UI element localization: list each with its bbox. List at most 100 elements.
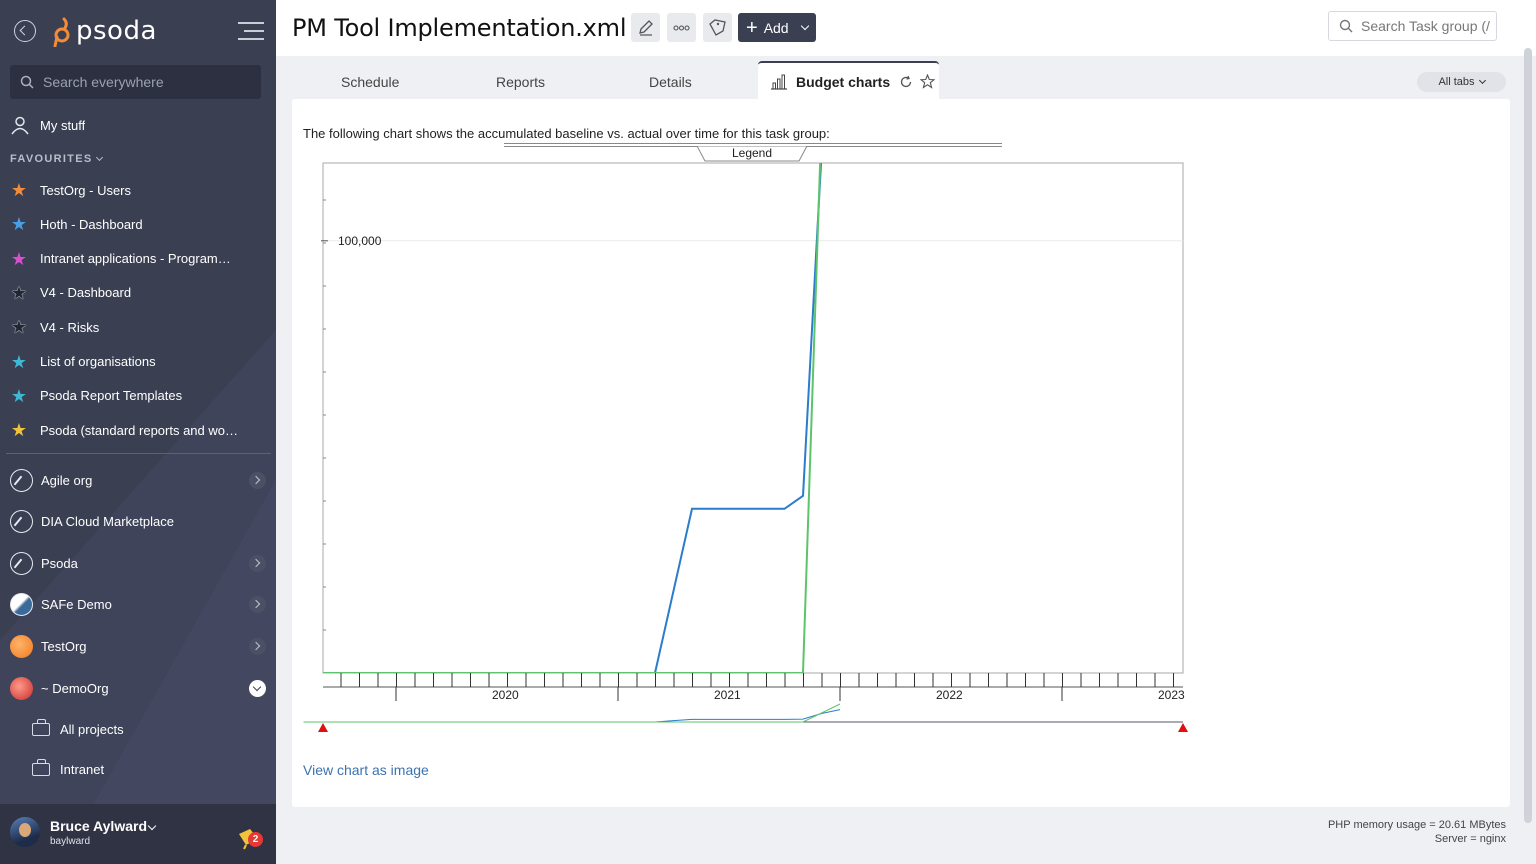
chevron-down-icon[interactable] (249, 679, 266, 697)
back-icon[interactable] (14, 20, 36, 42)
top-bar: PM Tool Implementation.xml + Add (276, 0, 1536, 56)
search-icon (20, 75, 34, 89)
tab-label: Budget charts (796, 73, 891, 90)
chevron-down-icon (96, 153, 104, 162)
sidebar-item-label: My stuff (40, 117, 86, 133)
favourites-header[interactable]: FAVOURITES (10, 153, 104, 165)
sidebar-item-label: Psoda Report Templates (40, 388, 183, 404)
user-name[interactable]: Bruce Aylward (50, 818, 147, 834)
navigator-handle-left[interactable] (318, 723, 328, 732)
notification-count-badge: 2 (248, 832, 263, 847)
tab-budget-charts[interactable]: Budget charts (758, 61, 939, 100)
all-tabs-dropdown[interactable]: All tabs (1417, 72, 1506, 92)
sidebar-item-label: Psoda (standard reports and work... (40, 422, 240, 438)
chevron-down-icon[interactable] (147, 821, 157, 831)
footer: PHP memory usage = 20.61 MBytes Server =… (1328, 818, 1506, 846)
sidebar: psoda My stuff FAVOURITES ★ TestOrg - Use… (0, 0, 276, 864)
sidebar-item-label: Hoth - Dashboard (40, 216, 143, 232)
star-icon: ★ (10, 248, 28, 269)
view-chart-as-image-link[interactable]: View chart as image (303, 762, 429, 778)
sidebar-favourite-item[interactable]: ★ TestOrg - Users (0, 175, 276, 205)
psoda-logo[interactable]: psoda (50, 14, 157, 48)
budget-chart[interactable]: 100,000 2020 2021 2022 2023 (300, 155, 1200, 745)
sidebar-item-label: DIA Cloud Marketplace (41, 514, 174, 530)
star-icon: ★ (10, 282, 28, 303)
sidebar-org-item[interactable]: Agile org (0, 463, 276, 497)
tag-button[interactable] (703, 13, 732, 42)
tag-icon (709, 19, 726, 36)
sidebar-search[interactable] (10, 65, 261, 99)
star-icon: ★ (10, 385, 28, 406)
y-tick-label: 100,000 (338, 234, 382, 248)
plot-area (322, 162, 1184, 674)
org-logo-icon (10, 468, 33, 492)
server-info: Server = nginx (1434, 833, 1506, 845)
page-scrollbar[interactable] (1524, 48, 1532, 823)
sidebar-item-label: All projects (60, 721, 124, 737)
chevron-right-icon[interactable] (249, 471, 266, 489)
more-icon (673, 25, 690, 31)
task-group-search-input[interactable] (1361, 18, 1491, 34)
navigator-series-0 (303, 709, 841, 723)
chevron-right-icon[interactable] (249, 596, 266, 614)
tab-reports[interactable]: Reports (496, 74, 545, 90)
sidebar-item-all-projects[interactable]: All projects (32, 716, 124, 742)
chevron-right-icon[interactable] (249, 554, 266, 572)
star-icon: ★ (10, 180, 28, 200)
sidebar-favourite-item[interactable]: ★ V4 - Dashboard (0, 278, 276, 308)
favourites-header-label: FAVOURITES (10, 153, 93, 165)
page-title: PM Tool Implementation.xml (292, 14, 627, 42)
add-button[interactable]: + Add (738, 13, 816, 42)
refresh-icon[interactable] (899, 75, 913, 89)
org-logo-icon (10, 634, 33, 658)
edit-button[interactable] (631, 13, 660, 42)
briefcase-icon (32, 758, 50, 776)
x-tick-label: 2020 (492, 688, 519, 702)
sidebar-org-item[interactable]: ~ DemoOrg (0, 671, 276, 705)
sidebar-favourite-item[interactable]: ★ V4 - Risks (0, 312, 276, 342)
sidebar-item-label: List of organisations (40, 354, 156, 369)
task-group-search[interactable] (1328, 11, 1497, 41)
sidebar-org-item[interactable]: DIA Cloud Marketplace (0, 505, 276, 539)
more-options-button[interactable] (667, 13, 696, 42)
org-logo-icon (10, 551, 33, 575)
sidebar-item-label: Intranet (60, 761, 105, 777)
org-logo-icon (10, 593, 33, 617)
avatar[interactable] (10, 817, 40, 847)
chevron-right-icon[interactable] (249, 637, 266, 655)
sidebar-favourite-item[interactable]: ★ Psoda (standard reports and work... (0, 415, 276, 445)
sidebar-header: psoda (0, 0, 276, 64)
sidebar-org-item[interactable]: Psoda (0, 546, 276, 580)
tab-details[interactable]: Details (649, 74, 692, 90)
bar-chart-icon (771, 74, 787, 90)
user-icon (11, 116, 29, 135)
sidebar-item-label: TestOrg (41, 638, 87, 654)
navigator-handle-right[interactable] (1178, 723, 1188, 732)
star-icon: ★ (10, 420, 28, 441)
sidebar-favourite-item[interactable]: ★ List of organisations (0, 347, 276, 377)
star-icon[interactable] (920, 74, 936, 89)
star-icon: ★ (10, 317, 28, 338)
add-button-label: Add (763, 19, 789, 36)
sidebar-favourite-item[interactable]: ★ Hoth - Dashboard (0, 209, 276, 239)
sidebar-org-item[interactable]: TestOrg (0, 629, 276, 663)
tab-schedule[interactable]: Schedule (341, 74, 399, 90)
chevron-down-icon (800, 21, 810, 31)
psoda-logo-mark-icon (53, 17, 70, 47)
collapse-menu-icon[interactable] (238, 22, 264, 40)
sidebar-item-my-stuff[interactable]: My stuff (0, 110, 276, 140)
chart-description: The following chart shows the accumulate… (303, 126, 830, 141)
sidebar-favourite-item[interactable]: ★ Intranet applications - Programme... (0, 244, 276, 274)
logo-text: psoda (76, 16, 157, 46)
sidebar-item-intranet[interactable]: Intranet (32, 756, 104, 782)
user-panel[interactable]: Bruce Aylward baylward (0, 804, 276, 864)
sidebar-item-label: SAFe Demo (41, 597, 112, 613)
sidebar-org-item[interactable]: SAFe Demo (0, 588, 276, 622)
search-icon (1339, 19, 1353, 33)
star-icon: ★ (10, 351, 28, 372)
briefcase-icon (32, 718, 50, 736)
sidebar-favourite-item[interactable]: ★ Psoda Report Templates (0, 381, 276, 411)
sidebar-search-input[interactable] (43, 74, 243, 90)
x-tick-label: 2023 (1158, 688, 1185, 702)
pencil-icon (639, 20, 653, 36)
